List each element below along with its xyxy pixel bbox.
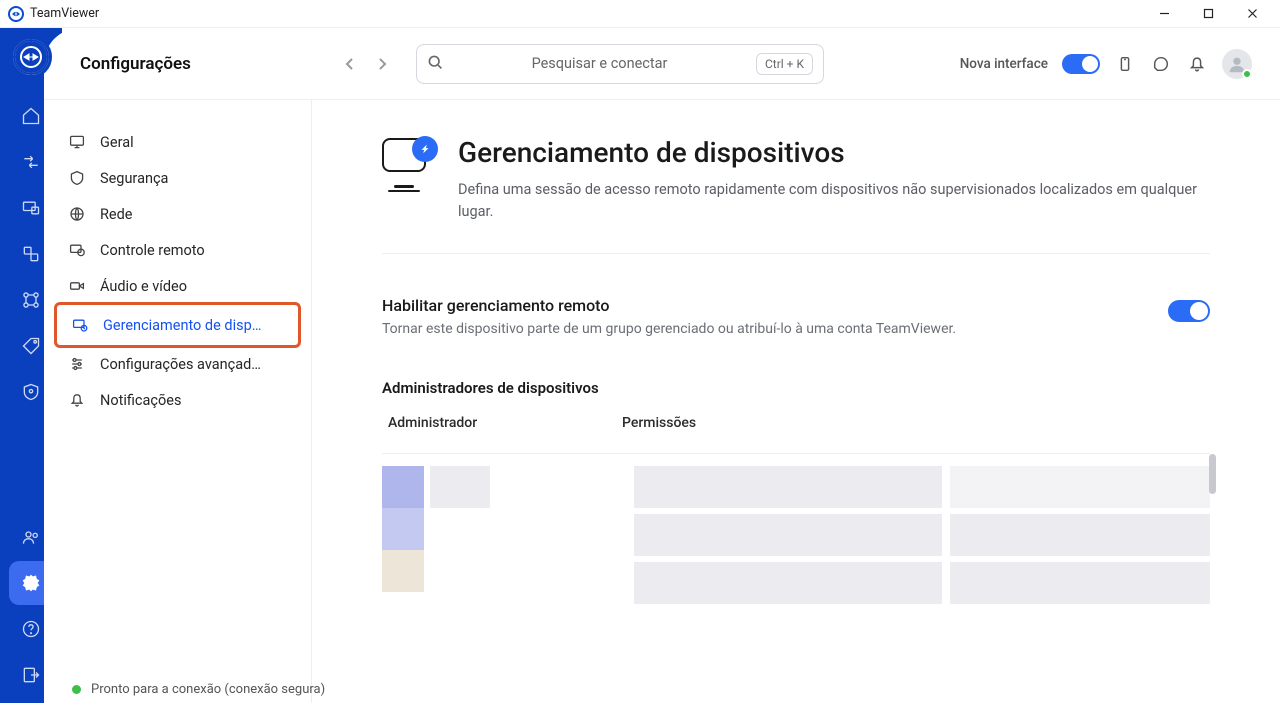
bell-icon[interactable]: [1186, 53, 1208, 75]
monitor-icon: [68, 134, 86, 150]
highlighted-nav-border: Gerenciamento de disp…: [54, 302, 301, 348]
settings-nav-remote-control[interactable]: Controle remoto: [56, 232, 299, 268]
search-placeholder: Pesquisar e conectar: [453, 55, 746, 72]
user-avatar[interactable]: [1222, 49, 1252, 79]
hero-device-icon: [382, 136, 434, 192]
status-online-dot: [1242, 69, 1252, 79]
sliders-icon: [68, 356, 86, 372]
device-mgmt-icon: [71, 317, 89, 333]
window-minimize-button[interactable]: [1142, 0, 1186, 28]
nav-back-button[interactable]: [336, 50, 364, 78]
chat-icon[interactable]: [1150, 53, 1172, 75]
enable-remote-heading: Habilitar gerenciamento remoto: [382, 296, 956, 315]
settings-nav-security[interactable]: Segurança: [56, 160, 299, 196]
camera-icon: [68, 278, 86, 294]
nav-forward-button[interactable]: [368, 50, 396, 78]
device-icon[interactable]: [1114, 53, 1136, 75]
app-logo: [10, 36, 52, 78]
search-shortcut: Ctrl + K: [756, 53, 813, 75]
col-permissions: Permissões: [622, 415, 696, 431]
settings-nav-network[interactable]: Rede: [56, 196, 299, 232]
enable-remote-toggle[interactable]: [1168, 300, 1210, 322]
col-administrator: Administrador: [382, 415, 622, 431]
window-maximize-button[interactable]: [1186, 0, 1230, 28]
new-interface-label: Nova interface: [960, 56, 1048, 72]
globe-icon: [68, 206, 86, 222]
page-subtitle: Defina uma sessão de acesso remoto rapid…: [458, 179, 1210, 223]
bell-icon: [68, 392, 86, 408]
search-icon: [427, 54, 443, 74]
shield-icon: [68, 170, 86, 186]
status-text: Pronto para a conexão (conexão segura): [91, 682, 325, 697]
search-input[interactable]: Pesquisar e conectar Ctrl + K: [416, 44, 824, 84]
settings-nav-audio-video[interactable]: Áudio e vídeo: [56, 268, 299, 304]
admins-heading: Administradores de dispositivos: [382, 379, 1210, 397]
app-favicon: [8, 6, 24, 22]
table-scrollbar[interactable]: [1209, 454, 1216, 494]
settings-nav-notifications[interactable]: Notificações: [56, 382, 299, 418]
page-section-title: Configurações: [80, 54, 320, 74]
page-title: Gerenciamento de dispositivos: [458, 136, 1210, 169]
window-title: TeamViewer: [30, 6, 99, 21]
page-hero: Gerenciamento de dispositivos Defina uma…: [382, 136, 1210, 254]
settings-nav: Geral Segurança Rede Controle remoto Áud…: [44, 100, 312, 703]
admins-table: Administrador Permissões: [382, 415, 1210, 604]
settings-nav-advanced[interactable]: Configurações avançad…: [56, 346, 299, 382]
window-close-button[interactable]: [1230, 0, 1274, 28]
settings-nav-general[interactable]: Geral: [56, 124, 299, 160]
new-interface-toggle[interactable]: [1062, 54, 1100, 74]
settings-nav-device-management[interactable]: Gerenciamento de disp…: [59, 307, 296, 343]
window-titlebar: TeamViewer: [0, 0, 1280, 28]
remote-icon: [68, 242, 86, 258]
status-dot-icon: [72, 685, 81, 694]
status-bar: Pronto para a conexão (conexão segura): [72, 682, 325, 697]
admins-table-body: [382, 454, 1210, 604]
app-header: Configurações Pesquisar e conectar Ctrl …: [44, 28, 1280, 100]
enable-remote-desc: Tornar este dispositivo parte de um grup…: [382, 321, 956, 337]
settings-content: Gerenciamento de dispositivos Defina uma…: [312, 100, 1280, 703]
